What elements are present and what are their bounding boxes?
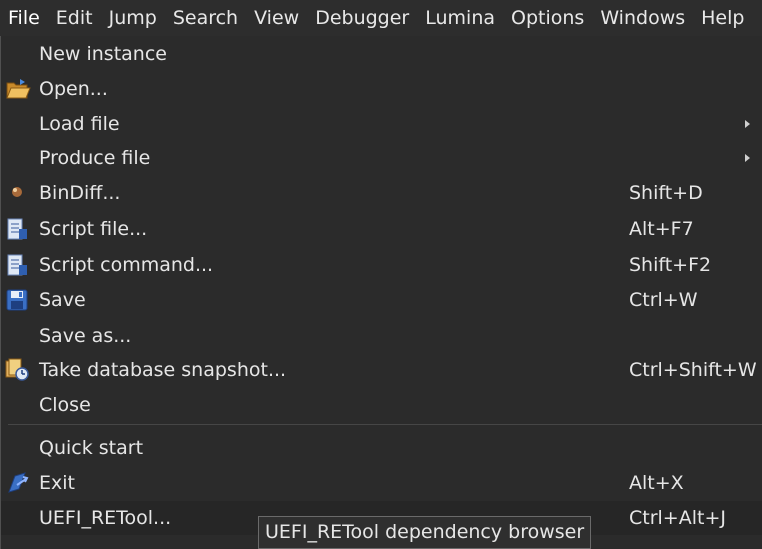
bindiff-icon [5, 181, 31, 205]
menu-item-shortcut: Shift+D [629, 182, 703, 204]
menu-item-label: Exit [39, 472, 75, 494]
menu-debugger[interactable]: Debugger [307, 0, 417, 36]
menu-item-shortcut: Alt+F7 [629, 218, 694, 240]
menu-item-take-database-snapshot[interactable]: Take database snapshot... Ctrl+Shift+W [1, 353, 762, 387]
floppy-disk-icon [5, 288, 31, 312]
menu-item-script-command[interactable]: Script command... Shift+F2 [1, 248, 762, 282]
exit-icon [5, 471, 31, 495]
menu-item-label: Take database snapshot... [39, 359, 287, 381]
menu-item-shortcut: Ctrl+Alt+J [629, 507, 726, 529]
menu-jump[interactable]: Jump [101, 0, 165, 36]
menu-item-save[interactable]: Save Ctrl+W [1, 283, 762, 317]
menu-item-shortcut: Ctrl+Shift+W [629, 359, 757, 381]
menu-item-label: Close [39, 394, 91, 416]
menu-file[interactable]: File [0, 0, 48, 36]
menu-item-label: Script command... [39, 254, 214, 276]
menu-bar: File Edit Jump Search View Debugger Lumi… [0, 0, 762, 37]
menu-item-bindiff[interactable]: BinDiff... Shift+D [1, 176, 762, 210]
menu-search[interactable]: Search [165, 0, 246, 36]
menu-item-label: Produce file [39, 147, 151, 169]
file-dropdown-menu: New instance Open... Load file Produce f… [0, 36, 762, 549]
menu-item-save-as[interactable]: Save as... [1, 319, 762, 353]
menu-item-label: UEFI_RETool... [39, 507, 172, 529]
menu-edit[interactable]: Edit [48, 0, 101, 36]
menu-item-shortcut: Alt+X [629, 472, 684, 494]
tooltip: UEFI_RETool dependency browser [258, 516, 592, 549]
menu-item-shortcut: Shift+F2 [629, 254, 712, 276]
menu-item-script-file[interactable]: Script file... Alt+F7 [1, 212, 762, 246]
menu-item-quick-start[interactable]: Quick start [1, 431, 762, 465]
menu-item-label: Open... [39, 78, 108, 100]
folder-open-icon [5, 77, 31, 101]
menu-item-label: BinDiff... [39, 182, 121, 204]
menu-separator [8, 424, 762, 425]
menu-item-label: New instance [39, 43, 167, 65]
menu-item-label: Save as... [39, 325, 132, 347]
menu-item-label: Quick start [39, 437, 144, 459]
menu-windows[interactable]: Windows [592, 0, 693, 36]
menu-help[interactable]: Help [693, 0, 752, 36]
database-snapshot-icon [5, 358, 31, 382]
menu-item-produce-file[interactable]: Produce file [1, 141, 762, 175]
menu-item-shortcut: Ctrl+W [629, 289, 698, 311]
submenu-arrow-icon [745, 120, 750, 128]
menu-options[interactable]: Options [503, 0, 592, 36]
script-command-icon [5, 253, 31, 277]
menu-item-exit[interactable]: Exit Alt+X [1, 466, 762, 500]
submenu-arrow-icon [745, 154, 750, 162]
menu-item-label: Save [39, 289, 86, 311]
menu-view[interactable]: View [246, 0, 307, 36]
menu-item-open[interactable]: Open... [1, 72, 762, 106]
script-file-icon [5, 217, 31, 241]
menu-item-label: Script file... [39, 218, 148, 240]
menu-lumina[interactable]: Lumina [417, 0, 503, 36]
menu-item-label: Load file [39, 113, 120, 135]
menu-item-close[interactable]: Close [1, 388, 762, 422]
menu-item-new-instance[interactable]: New instance [1, 37, 762, 71]
menu-item-load-file[interactable]: Load file [1, 107, 762, 141]
